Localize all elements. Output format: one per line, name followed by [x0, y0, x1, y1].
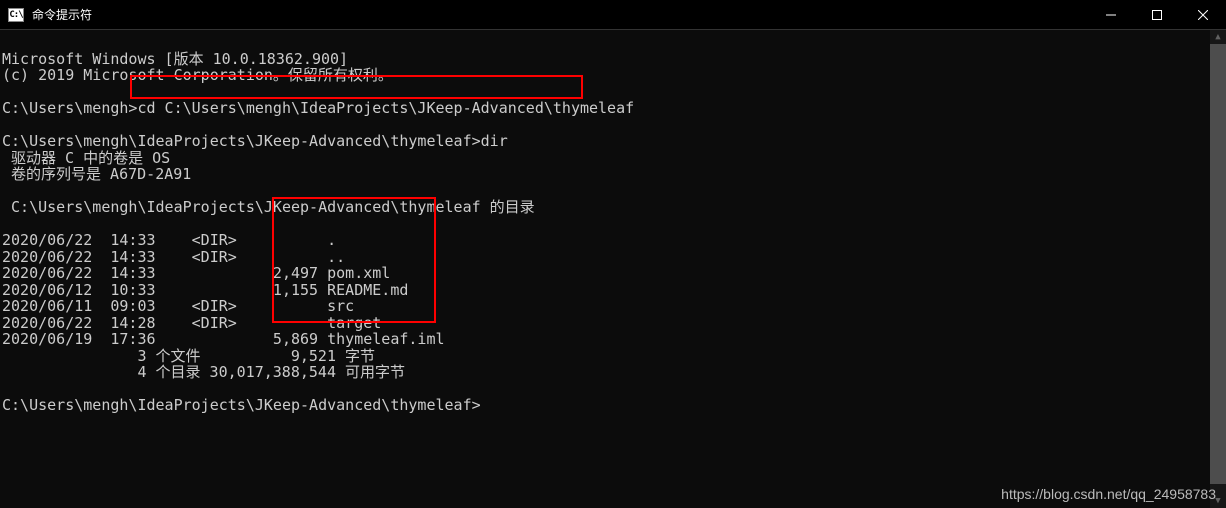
terminal-line: 驱动器 C 中的卷是 OS — [2, 149, 170, 167]
scrollbar-thumb[interactable] — [1210, 44, 1226, 484]
terminal-line: 2020/06/22 14:28 <DIR> target — [2, 314, 381, 332]
terminal-line: 2020/06/22 14:33 <DIR> .. — [2, 248, 345, 266]
terminal-output[interactable]: Microsoft Windows [版本 10.0.18362.900] (c… — [0, 30, 1226, 418]
window-title: 命令提示符 — [32, 6, 92, 23]
terminal-line: Microsoft Windows [版本 10.0.18362.900] — [2, 50, 348, 68]
terminal-line: 2020/06/22 14:33 2,497 pom.xml — [2, 264, 390, 282]
terminal-line: (c) 2019 Microsoft Corporation。保留所有权利。 — [2, 66, 393, 84]
close-icon — [1198, 10, 1208, 20]
minimize-icon — [1106, 10, 1116, 20]
close-button[interactable] — [1180, 0, 1226, 30]
scrollbar[interactable]: ▲ ▼ — [1210, 30, 1226, 508]
titlebar-left: C:\ 命令提示符 — [0, 6, 92, 23]
cmd-icon: C:\ — [8, 8, 24, 22]
maximize-icon — [1152, 10, 1162, 20]
maximize-button[interactable] — [1134, 0, 1180, 30]
terminal-line: 2020/06/12 10:33 1,155 README.md — [2, 281, 408, 299]
terminal-line: 2020/06/11 09:03 <DIR> src — [2, 297, 354, 315]
terminal-line: 3 个文件 9,521 字节 — [2, 347, 375, 365]
minimize-button[interactable] — [1088, 0, 1134, 30]
terminal-line: C:\Users\mengh\IdeaProjects\JKeep-Advanc… — [2, 396, 481, 414]
terminal-line: C:\Users\mengh\IdeaProjects\JKeep-Advanc… — [2, 132, 508, 150]
terminal-line: C:\Users\mengh>cd C:\Users\mengh\IdeaPro… — [2, 99, 634, 117]
watermark: https://blog.csdn.net/qq_24958783 — [1001, 486, 1216, 502]
terminal-line: 2020/06/22 14:33 <DIR> . — [2, 231, 336, 249]
titlebar: C:\ 命令提示符 — [0, 0, 1226, 30]
terminal-line: 2020/06/19 17:36 5,869 thymeleaf.iml — [2, 330, 445, 348]
terminal-line: 卷的序列号是 A67D-2A91 — [2, 165, 191, 183]
window-controls — [1088, 0, 1226, 30]
terminal-line: 4 个目录 30,017,388,544 可用字节 — [2, 363, 405, 381]
scroll-up-arrow[interactable]: ▲ — [1210, 30, 1226, 44]
terminal-line: C:\Users\mengh\IdeaProjects\JKeep-Advanc… — [2, 198, 535, 216]
